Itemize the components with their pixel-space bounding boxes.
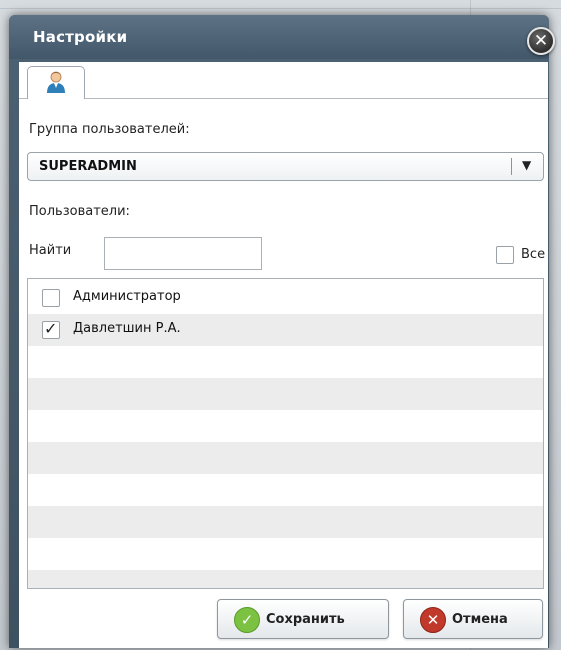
close-icon: ✕ bbox=[420, 607, 446, 633]
dialog-title: Настройки bbox=[33, 28, 128, 46]
checkmark-icon: ✓ bbox=[44, 319, 58, 338]
search-input[interactable] bbox=[104, 237, 262, 270]
list-item[interactable]: ✓ Давлетшин Р.А. bbox=[28, 314, 543, 346]
user-checkbox[interactable]: ✓ bbox=[42, 319, 60, 339]
dialog-content: Группа пользователей: SUPERADMIN ▼ Польз… bbox=[19, 62, 548, 648]
dialog-titlebar: Настройки bbox=[9, 15, 549, 59]
empty-row bbox=[28, 538, 543, 570]
empty-row bbox=[28, 506, 543, 538]
tab-users[interactable] bbox=[27, 66, 85, 99]
empty-row bbox=[28, 378, 543, 410]
close-icon: ✕ bbox=[533, 31, 549, 51]
empty-row bbox=[28, 570, 543, 588]
save-button[interactable]: ✓ Сохранить bbox=[217, 599, 389, 639]
user-name: Давлетшин Р.А. bbox=[73, 321, 181, 336]
tab-strip bbox=[19, 62, 548, 99]
user-icon bbox=[45, 70, 67, 98]
list-item[interactable]: Администратор bbox=[28, 282, 543, 314]
close-dialog-button[interactable]: ✕ bbox=[527, 27, 555, 55]
background-rule bbox=[0, 8, 561, 9]
checkmark-icon: ✓ bbox=[234, 607, 260, 633]
group-select[interactable]: SUPERADMIN ▼ bbox=[27, 152, 544, 181]
users-label: Пользователи: bbox=[29, 204, 130, 219]
empty-row bbox=[28, 410, 543, 442]
group-select-value: SUPERADMIN bbox=[39, 159, 137, 174]
empty-row bbox=[28, 474, 543, 506]
cancel-button[interactable]: ✕ Отмена bbox=[403, 599, 543, 639]
cancel-button-label: Отмена bbox=[452, 612, 508, 627]
search-label: Найти bbox=[29, 243, 72, 258]
empty-row bbox=[28, 346, 543, 378]
users-list: Администратор ✓ Давлетшин Р.А. bbox=[27, 278, 544, 589]
group-label: Группа пользователей: bbox=[29, 122, 190, 137]
all-checkbox[interactable] bbox=[496, 246, 514, 264]
chevron-down-icon[interactable]: ▼ bbox=[522, 158, 531, 172]
user-checkbox[interactable] bbox=[42, 289, 60, 307]
all-label: Все bbox=[521, 247, 546, 262]
empty-row bbox=[28, 442, 543, 474]
select-divider bbox=[511, 158, 512, 175]
save-button-label: Сохранить bbox=[266, 612, 345, 627]
user-name: Администратор bbox=[73, 289, 181, 304]
settings-dialog: Настройки Группа пользователей: SUPERADM… bbox=[9, 15, 549, 648]
